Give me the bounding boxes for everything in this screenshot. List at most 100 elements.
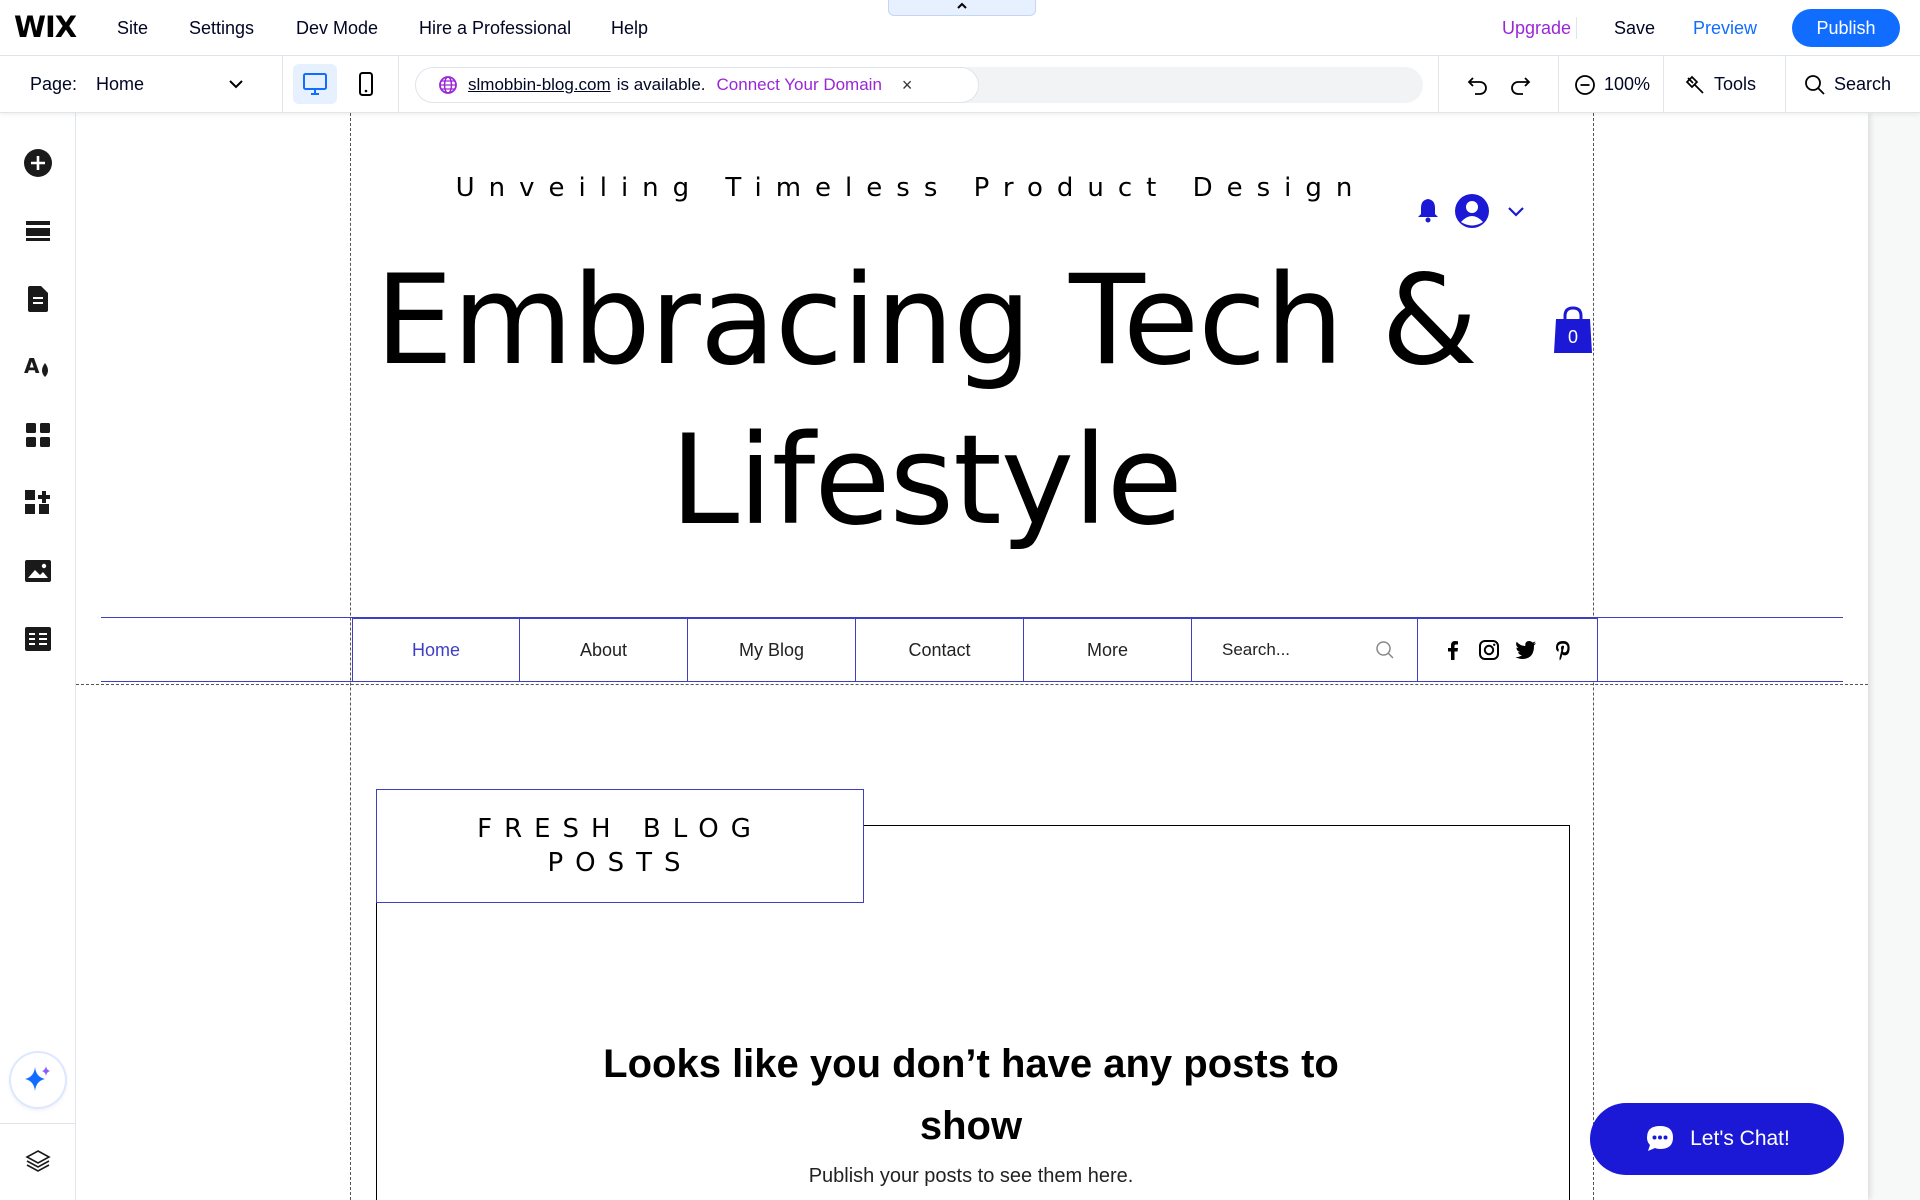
publish-button[interactable]: Publish [1792, 9, 1900, 47]
apps-button[interactable] [20, 417, 56, 453]
nav-item-home[interactable]: Home [352, 618, 520, 682]
hero-title-line: Embracing Tech & [375, 249, 1478, 393]
divider [1785, 56, 1786, 113]
ai-assistant-icon [25, 1066, 50, 1091]
site-page[interactable]: Unveiling Timeless Product Design Embrac… [76, 113, 1868, 1200]
mobile-view-button[interactable] [344, 64, 388, 104]
divider [282, 56, 283, 113]
undo-icon [1467, 76, 1487, 95]
cms-icon [25, 627, 51, 651]
sections-icon [26, 221, 50, 241]
domain-notice: slmobbin-blog.com is available. Connect … [415, 67, 979, 103]
page-selector[interactable]: Home [96, 56, 144, 113]
header-boundary [76, 684, 1868, 685]
upgrade-link[interactable]: Upgrade [1502, 0, 1571, 56]
divider [1438, 56, 1439, 113]
mobile-icon [359, 72, 373, 96]
redo-button[interactable] [1508, 56, 1540, 113]
menu-settings[interactable]: Settings [189, 0, 254, 56]
nav-item-about[interactable]: About [520, 618, 688, 682]
zoom-level: 100% [1604, 74, 1651, 94]
menu-site[interactable]: Site [117, 0, 148, 56]
zoom-out-icon [1575, 74, 1595, 95]
search-button[interactable]: Search [1804, 56, 1891, 113]
nav-item-more[interactable]: More [1024, 618, 1192, 682]
undo-button[interactable] [1466, 56, 1498, 113]
chevron-down-icon[interactable] [1506, 205, 1526, 219]
pinterest-icon[interactable] [1552, 639, 1574, 661]
editor-left-sidebar: A [0, 113, 76, 1200]
add-elements-button[interactable] [20, 145, 56, 181]
heading-line: FRESH BLOG [477, 814, 763, 844]
save-button[interactable]: Save [1614, 0, 1655, 56]
page-label: Page: [30, 74, 78, 94]
desktop-view-button[interactable] [293, 64, 337, 104]
add-icon [24, 149, 52, 177]
menu-hire-professional[interactable]: Hire a Professional [419, 0, 571, 56]
cart-button[interactable]: 0 [1552, 305, 1594, 355]
account-avatar-icon[interactable] [1454, 193, 1490, 229]
editor-toolbar: Page: Home slmobbin-blog.com is availabl… [0, 56, 1920, 113]
search-icon [1805, 74, 1825, 95]
cart-count: 0 [1567, 327, 1578, 347]
layers-button[interactable] [20, 1143, 56, 1179]
search-icon [1376, 641, 1394, 659]
zoom-control[interactable]: 100% [1574, 56, 1650, 113]
pages-button[interactable] [20, 281, 56, 317]
design-icon: A [24, 354, 48, 378]
svg-text:A: A [24, 354, 40, 378]
tools-label: Tools [1714, 74, 1757, 94]
divider [1558, 56, 1559, 113]
empty-state-title: Looks like you don’t have any posts to s… [603, 1042, 1339, 1148]
site-search-input[interactable]: Search... [1192, 618, 1418, 682]
media-icon [25, 560, 51, 582]
business-apps-button[interactable] [20, 485, 56, 521]
chevron-down-icon[interactable] [228, 78, 244, 90]
menu-help[interactable]: Help [611, 0, 648, 56]
site-navigation: Home About My Blog Contact More Search..… [352, 618, 1598, 682]
bell-icon[interactable] [1416, 197, 1440, 223]
heading-line: POSTS [547, 848, 693, 878]
twitter-icon[interactable] [1514, 639, 1538, 661]
nav-item-my-blog[interactable]: My Blog [688, 618, 856, 682]
desktop-icon [303, 73, 327, 95]
wix-logo: WIX [14, 10, 77, 44]
preview-button[interactable]: Preview [1693, 0, 1757, 56]
fresh-blog-posts-heading[interactable]: FRESH BLOG POSTS [376, 789, 864, 903]
search-placeholder: Search... [1222, 640, 1291, 659]
lets-chat-button[interactable]: Let's Chat! [1590, 1103, 1844, 1175]
business-icon [25, 490, 50, 514]
domain-status: is available. [616, 75, 706, 94]
site-tagline[interactable]: Unveiling Timeless Product Design [346, 173, 1476, 203]
domain-bar: slmobbin-blog.com is available. Connect … [415, 67, 1423, 103]
grid-guide-left [350, 113, 351, 1200]
chat-bubble-icon [1647, 1126, 1674, 1151]
social-bar [1418, 618, 1598, 682]
chat-label: Let's Chat! [1690, 1127, 1790, 1150]
cms-button[interactable] [20, 621, 56, 657]
editor-top-bar: WIX Site Settings Dev Mode Hire a Profes… [0, 0, 1920, 56]
instagram-icon[interactable] [1478, 639, 1500, 661]
facebook-icon[interactable] [1442, 639, 1464, 661]
design-button[interactable]: A [20, 349, 56, 385]
media-button[interactable] [20, 553, 56, 589]
divider [1663, 56, 1664, 113]
globe-icon [438, 75, 458, 95]
apps-icon [26, 423, 50, 447]
close-icon[interactable]: × [902, 75, 913, 96]
redo-icon [1511, 76, 1531, 95]
sections-button[interactable] [20, 213, 56, 249]
connect-domain-link[interactable]: Connect Your Domain [717, 75, 882, 95]
tools-button[interactable]: Tools [1684, 56, 1756, 113]
divider [1576, 17, 1577, 39]
empty-state-subtitle: Publish your posts to see them here. [808, 1165, 1134, 1187]
collapse-top-bar-tab[interactable] [888, 0, 1036, 16]
hero-title[interactable]: Embracing Tech & Lifestyle [356, 241, 1496, 561]
chevron-up-icon [957, 2, 967, 9]
nav-item-contact[interactable]: Contact [856, 618, 1024, 682]
layers-icon [25, 1150, 51, 1172]
menu-dev-mode[interactable]: Dev Mode [296, 0, 378, 56]
ai-assistant-button[interactable] [11, 1053, 65, 1107]
domain-name-link[interactable]: slmobbin-blog.com [468, 75, 611, 95]
hero-title-line: Lifestyle [670, 409, 1183, 553]
